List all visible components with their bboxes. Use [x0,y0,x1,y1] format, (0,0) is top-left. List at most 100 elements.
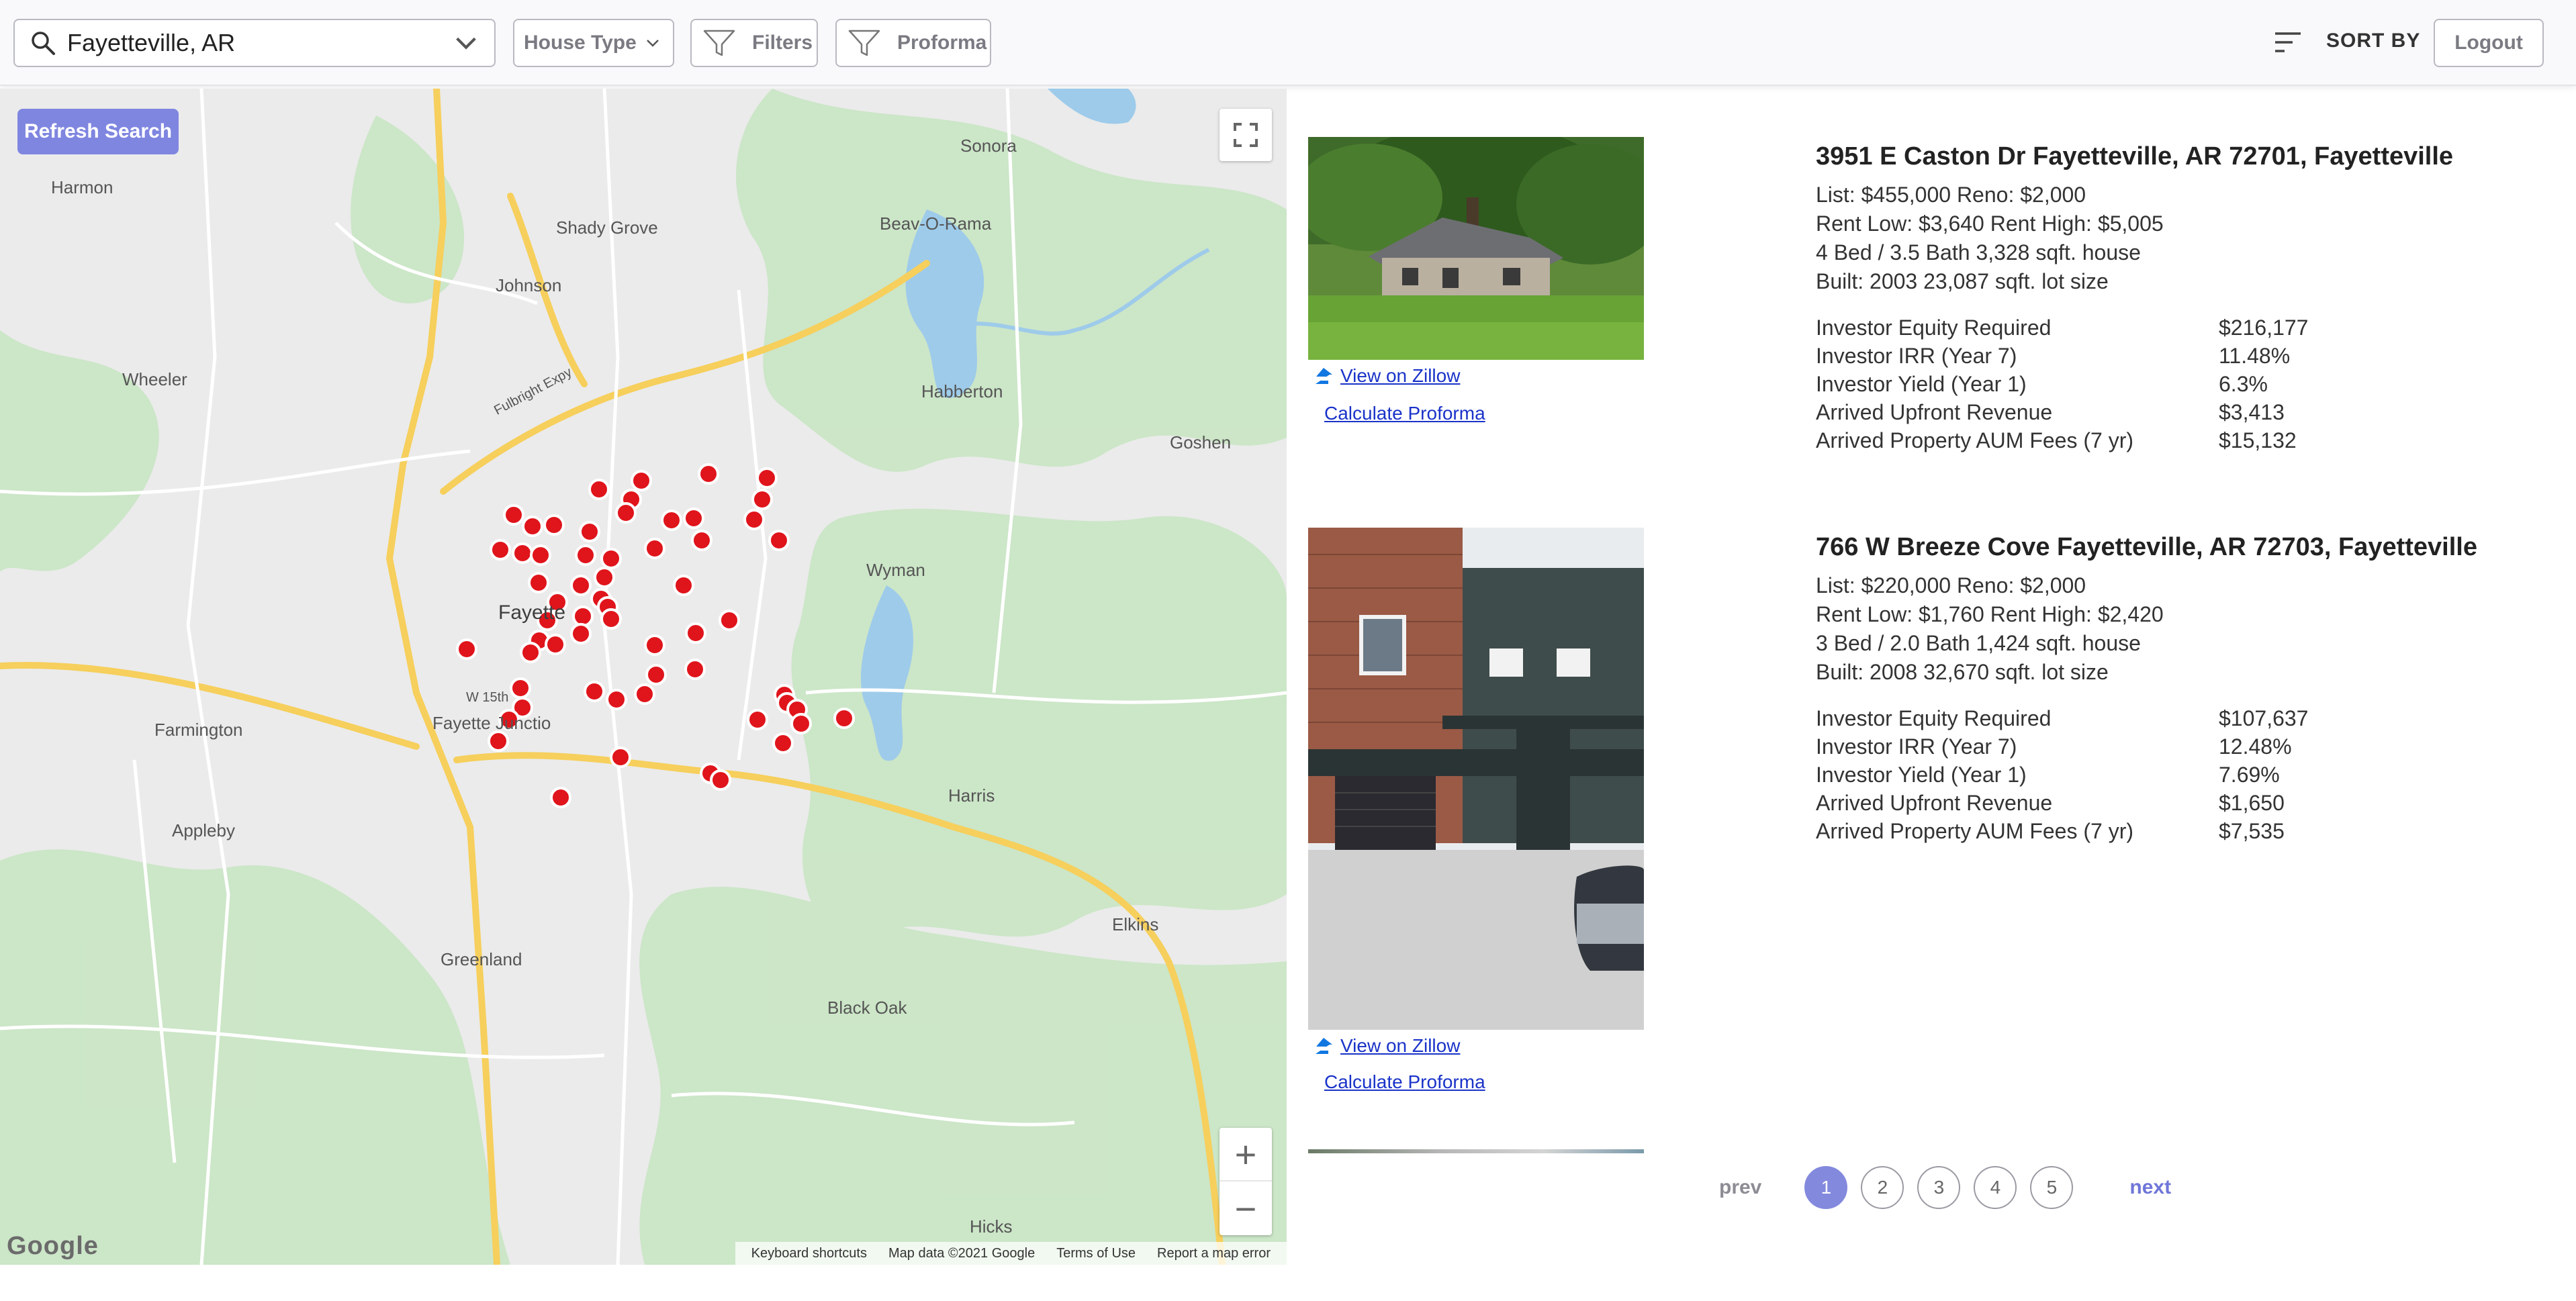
metric-label: Investor IRR (Year 7) [1816,344,2017,368]
proforma-label: Proforma [897,32,987,54]
map-label-wyman: Wyman [866,560,925,580]
zillow-icon [1316,1038,1332,1054]
proforma-button[interactable]: Proforma [835,19,991,67]
metric-label: Investor Yield (Year 1) [1816,372,2027,396]
map-label-harmon: Harmon [51,177,113,197]
house-photo [1308,137,1644,360]
metric-label: Arrived Upfront Revenue [1816,791,2053,815]
map-label-black-oak: Black Oak [827,998,907,1018]
refresh-search-button[interactable]: Refresh Search [17,109,179,154]
metric-label: Arrived Property AUM Fees (7 yr) [1816,819,2133,843]
listing-price: List: $220,000 Reno: $2,000 [1816,573,2086,597]
top-bar: Fayetteville, AR House Type Filters Prof… [0,0,2576,86]
map-label-sonora: Sonora [960,136,1017,156]
metric-label: Investor Equity Required [1816,706,2052,730]
map-data-text: Map data ©2021 Google [888,1245,1036,1261]
listing-rent: Rent Low: $1,760 Rent High: $2,420 [1816,602,2164,626]
next-listing-photo-edge [1308,1149,1644,1153]
map-label-goshen: Goshen [1170,432,1232,452]
metric-value: 11.48% [2219,344,2291,368]
listing-photo[interactable] [1308,137,1644,360]
metric-label: Investor Yield (Year 1) [1816,763,2027,787]
view-on-zillow-link[interactable]: View on Zillow [1314,365,1460,387]
listing-rent: Rent Low: $3,640 Rent High: $5,005 [1816,211,2164,236]
listing-address: 3951 E Caston Dr Fayetteville, AR 72701,… [1816,142,2454,171]
map-label-johnson: Johnson [496,275,562,295]
map-label-habberton: Habberton [921,381,1003,401]
prev-page-button[interactable]: prev [1719,1176,1761,1199]
map-label-fayetteville: Fayette [498,601,566,624]
map-footer: Keyboard shortcuts Map data ©2021 Google… [735,1242,1287,1265]
zoom-in-button[interactable]: + [1220,1128,1272,1182]
filter-icon [848,30,880,56]
chevron-down-icon[interactable] [453,30,479,56]
map-label-harris: Harris [948,785,995,806]
listing-built: Built: 2003 23,087 sqft. lot size [1816,269,2109,293]
keyboard-shortcuts-link[interactable]: Keyboard shortcuts [751,1246,867,1261]
view-on-zillow-link[interactable]: View on Zillow [1314,1035,1460,1057]
terms-of-use-link[interactable]: Terms of Use [1056,1246,1136,1261]
report-map-error-link[interactable]: Report a map error [1157,1246,1271,1261]
pagination: prev 1 2 3 4 5 next [1719,1165,2171,1210]
metric-row: Investor IRR (Year 7) 12.48% [1816,732,2555,761]
page-3-button[interactable]: 3 [1917,1166,1961,1209]
metric-label: Investor Equity Required [1816,316,2052,340]
map-label-shady-grove: Shady Grove [556,218,658,238]
metric-value: 12.48% [2219,734,2292,759]
page-4-button[interactable]: 4 [1974,1166,2017,1209]
listing-beds: 3 Bed / 2.0 Bath 1,424 sqft. house [1816,631,2141,655]
metric-row: Arrived Property AUM Fees (7 yr) $7,535 [1816,817,2555,845]
zoom-out-button[interactable]: − [1220,1182,1272,1235]
metric-value: $216,177 [2219,316,2309,340]
map-label-hicks: Hicks [970,1216,1013,1237]
listing-price: List: $455,000 Reno: $2,000 [1816,183,2086,207]
logout-button[interactable]: Logout [2434,19,2544,67]
next-page-button[interactable]: next [2129,1176,2171,1199]
metric-value: $3,413 [2219,400,2285,424]
filters-button[interactable]: Filters [690,19,818,67]
map-label-appleby: Appleby [172,820,235,840]
google-logo: Google [7,1232,99,1260]
map-label-farmington: Farmington [154,720,243,740]
calculate-proforma-link[interactable]: Calculate Proforma [1324,1071,1485,1093]
listing-beds: 4 Bed / 3.5 Bath 3,328 sqft. house [1816,240,2141,264]
calculate-proforma-link[interactable]: Calculate Proforma [1324,403,1485,424]
map-label-w-15th: W 15th [466,690,509,705]
sort-by-button[interactable]: SORT BY [2326,30,2420,52]
page-2-button[interactable]: 2 [1861,1166,1904,1209]
metric-value: 6.3% [2219,372,2268,396]
listing-photo[interactable] [1308,528,1644,1030]
metric-row: Arrived Upfront Revenue $1,650 [1816,789,2555,817]
house-type-select[interactable]: House Type [513,19,674,67]
listing-built: Built: 2008 32,670 sqft. lot size [1816,660,2109,684]
search-value: Fayetteville, AR [67,29,236,56]
fullscreen-button[interactable] [1220,109,1272,161]
listing-card: View on Zillow Calculate Proforma 766 W … [1308,528,2557,1105]
fullscreen-icon [1234,123,1258,147]
listing-info: 766 W Breeze Cove Fayetteville, AR 72703… [1816,533,2555,845]
metric-row: Investor Yield (Year 1) 6.3% [1816,370,2555,398]
location-search-field[interactable]: Fayetteville, AR [13,19,496,67]
metric-row: Arrived Upfront Revenue $3,413 [1816,398,2555,426]
metric-value: 7.69% [2219,763,2280,787]
page-1-button[interactable]: 1 [1804,1166,1848,1209]
listing-card: View on Zillow Calculate Proforma 3951 E… [1308,137,2557,459]
filter-icon [703,30,735,56]
investor-metrics: Investor Equity Required $107,637 Investo… [1816,704,2555,845]
metric-value: $15,132 [2219,428,2297,452]
house-type-label: House Type [524,32,637,54]
view-on-zillow-label: View on Zillow [1340,1035,1461,1056]
view-on-zillow-label: View on Zillow [1340,365,1461,386]
metric-row: Investor Equity Required $216,177 [1816,314,2555,342]
map-view[interactable]: Harmon Shady Grove Johnson Wheeler Beav-… [0,89,1287,1265]
metric-row: Investor Yield (Year 1) 7.69% [1816,761,2555,789]
filters-label: Filters [752,32,813,54]
page-5-button[interactable]: 5 [2030,1166,2074,1209]
metric-value: $7,535 [2219,819,2285,843]
investor-metrics: Investor Equity Required $216,177 Investo… [1816,314,2555,454]
map-label-beav-o-rama: Beav-O-Rama [880,213,992,234]
metric-label: Investor IRR (Year 7) [1816,734,2017,759]
metric-label: Arrived Upfront Revenue [1816,400,2053,424]
sort-icon[interactable] [2274,31,2302,54]
map-canvas[interactable] [0,89,1287,1265]
